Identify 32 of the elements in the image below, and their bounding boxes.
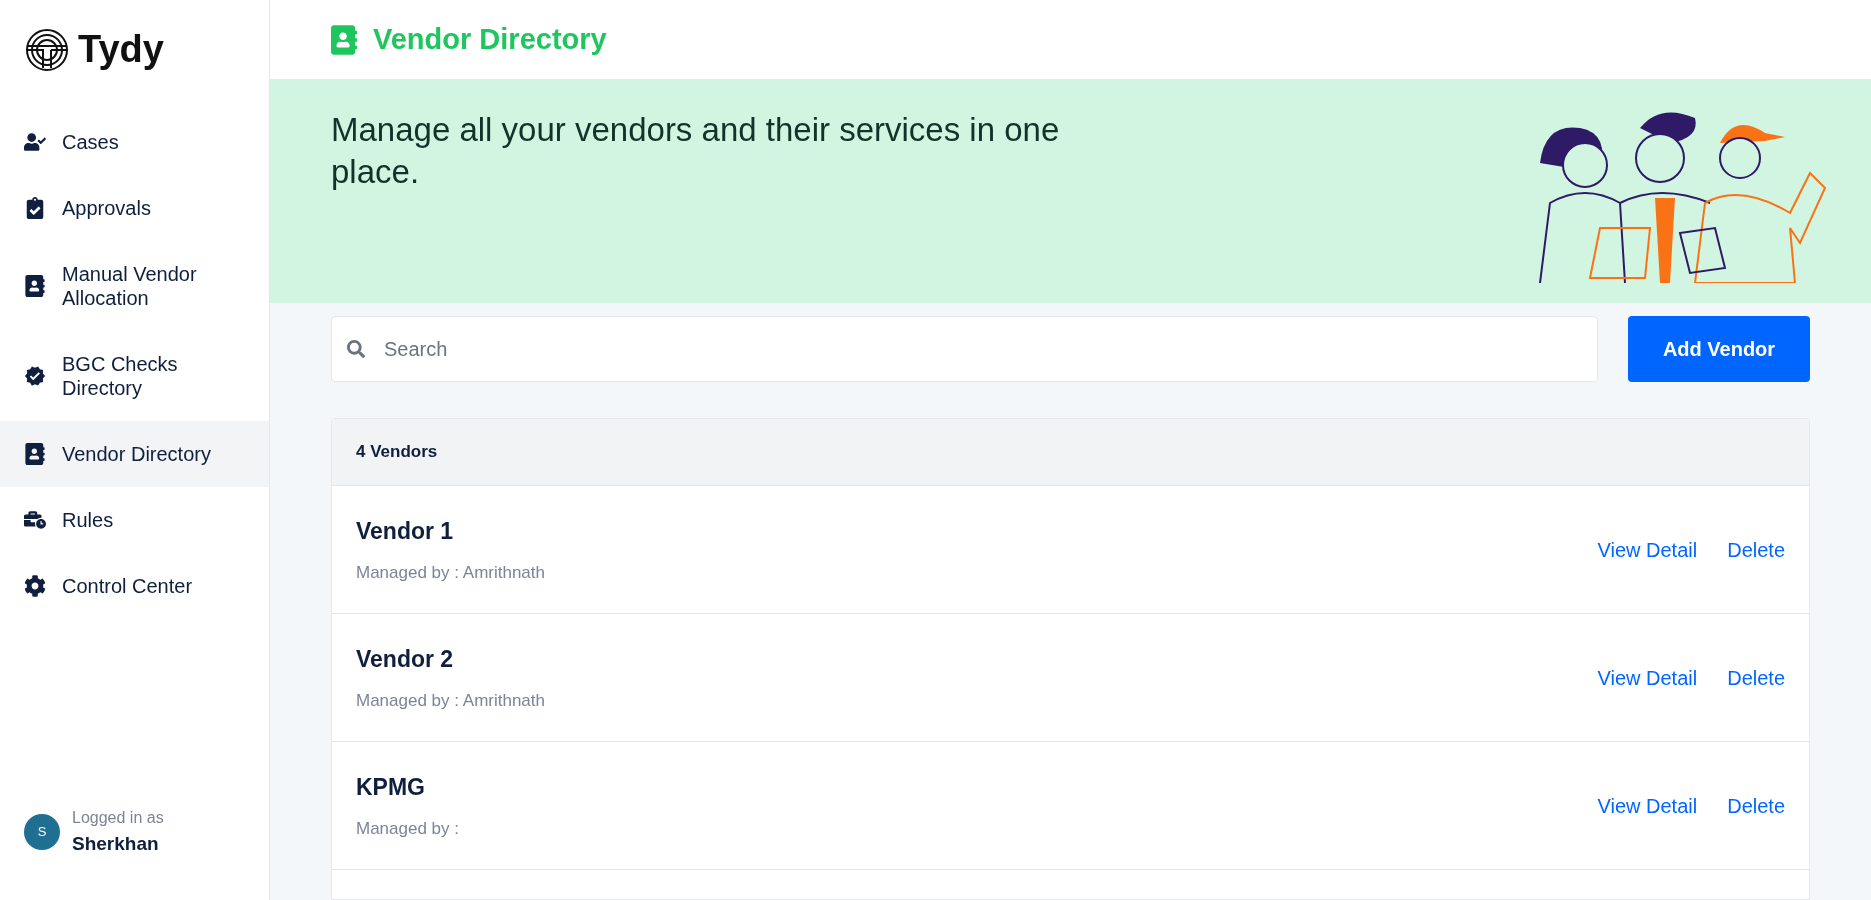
delete-link[interactable]: Delete <box>1727 662 1785 693</box>
search-field[interactable]: Search <box>331 316 1598 382</box>
logo-icon <box>24 27 70 72</box>
vendor-name: Vendor 1 <box>356 516 455 546</box>
banner-text: Manage all your vendors and their services in one place. <box>331 110 1061 192</box>
view-detail-link[interactable]: View Detail <box>1597 534 1698 565</box>
login-caption: Logged in as <box>72 807 164 828</box>
brand-name: Tydy <box>78 27 164 72</box>
view-detail-link[interactable]: View Detail <box>1597 790 1698 821</box>
contact-book-icon <box>24 443 46 465</box>
contact-book-icon <box>24 275 46 297</box>
sidebar-item[interactable]: Vendor Directory <box>0 421 269 487</box>
page-title: Vendor Directory <box>373 21 607 57</box>
user-avatar: S <box>24 813 60 850</box>
badge-check-icon <box>24 365 46 387</box>
delete-link[interactable]: Delete <box>1727 534 1785 565</box>
vendor-manager: Managed by : Amrithnath <box>356 562 545 584</box>
clipboard-check-icon <box>24 197 46 219</box>
add-vendor-button[interactable]: Add Vendor <box>1628 316 1810 382</box>
settings-icon <box>24 575 46 597</box>
contact-book-icon <box>331 24 357 55</box>
briefcase-clock-icon <box>24 509 46 531</box>
vendor-name: KPMG <box>356 772 426 802</box>
user-name: Sherkhan <box>72 831 160 856</box>
vendor-name: Vendor 2 <box>356 644 455 674</box>
vendor-count: 4 Vendors <box>356 441 438 464</box>
vendor-manager: Managed by : <box>356 818 459 840</box>
vendor-manager: Managed by : Amrithnath <box>356 690 545 712</box>
search-icon <box>347 340 365 358</box>
user-check-icon <box>24 131 46 153</box>
view-detail-link[interactable]: View Detail <box>1597 662 1698 693</box>
delete-link[interactable]: Delete <box>1727 790 1785 821</box>
